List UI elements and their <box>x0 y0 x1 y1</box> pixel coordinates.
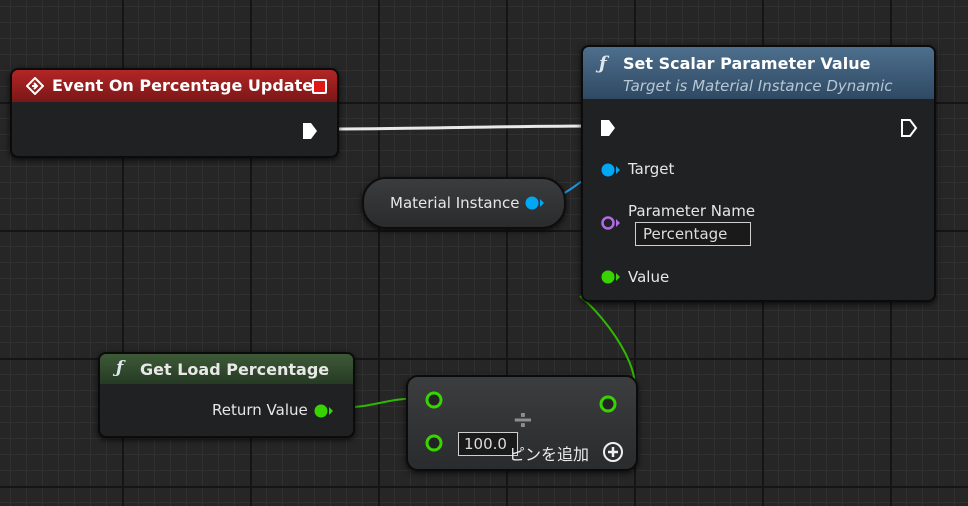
material-instance-node[interactable]: Material Instance <box>362 177 566 229</box>
set-scalar-node-title: Set Scalar Parameter Value <box>623 54 871 73</box>
divide-input-b-pin[interactable] <box>425 434 443 452</box>
event-node-title: Event On Percentage Updated <box>52 76 325 95</box>
value-label: Value <box>628 268 670 286</box>
parameter-name-field[interactable]: Percentage <box>635 222 751 246</box>
function-icon: ƒ <box>116 358 124 378</box>
exec-out-pin[interactable] <box>301 121 319 141</box>
target-label: Target <box>628 160 675 178</box>
get-load-percentage-node[interactable]: ƒ Get Load Percentage Return Value <box>98 352 355 438</box>
return-value-pin[interactable] <box>313 403 335 419</box>
event-node-header: Event On Percentage Updated <box>12 70 337 102</box>
function-icon: ƒ <box>599 53 607 74</box>
parameter-name-label: Parameter Name <box>628 202 756 220</box>
set-scalar-node-subtitle: Target is Material Instance Dynamic <box>623 77 893 95</box>
material-instance-out-pin[interactable] <box>524 195 546 211</box>
set-scalar-parameter-node[interactable]: ƒ Set Scalar Parameter Value Target is M… <box>581 45 936 302</box>
get-load-node-header: ƒ Get Load Percentage <box>100 354 353 384</box>
add-pin-label[interactable]: ピンを追加 <box>509 441 589 465</box>
return-value-label: Return Value <box>212 401 308 419</box>
exec-out-pin[interactable] <box>900 118 918 138</box>
divide-operator-icon: ÷ <box>512 405 534 435</box>
exec-in-pin[interactable] <box>599 118 617 138</box>
get-load-node-title: Get Load Percentage <box>140 360 330 379</box>
plus-circle-icon[interactable] <box>602 441 624 463</box>
set-scalar-node-header: ƒ Set Scalar Parameter Value Target is M… <box>583 47 934 99</box>
event-node[interactable]: Event On Percentage Updated <box>10 68 339 158</box>
target-pin[interactable] <box>600 162 622 178</box>
event-diamond-icon <box>26 77 44 95</box>
parameter-name-pin[interactable] <box>600 215 622 231</box>
divide-input-a-pin[interactable] <box>425 391 443 409</box>
divide-node[interactable]: 100.0 ÷ ピンを追加 <box>406 375 638 471</box>
material-instance-label: Material Instance <box>390 194 520 212</box>
red-square-icon[interactable] <box>312 79 327 94</box>
exec-wire <box>319 124 601 131</box>
divide-output-pin[interactable] <box>599 395 617 413</box>
value-pin[interactable] <box>600 269 622 285</box>
